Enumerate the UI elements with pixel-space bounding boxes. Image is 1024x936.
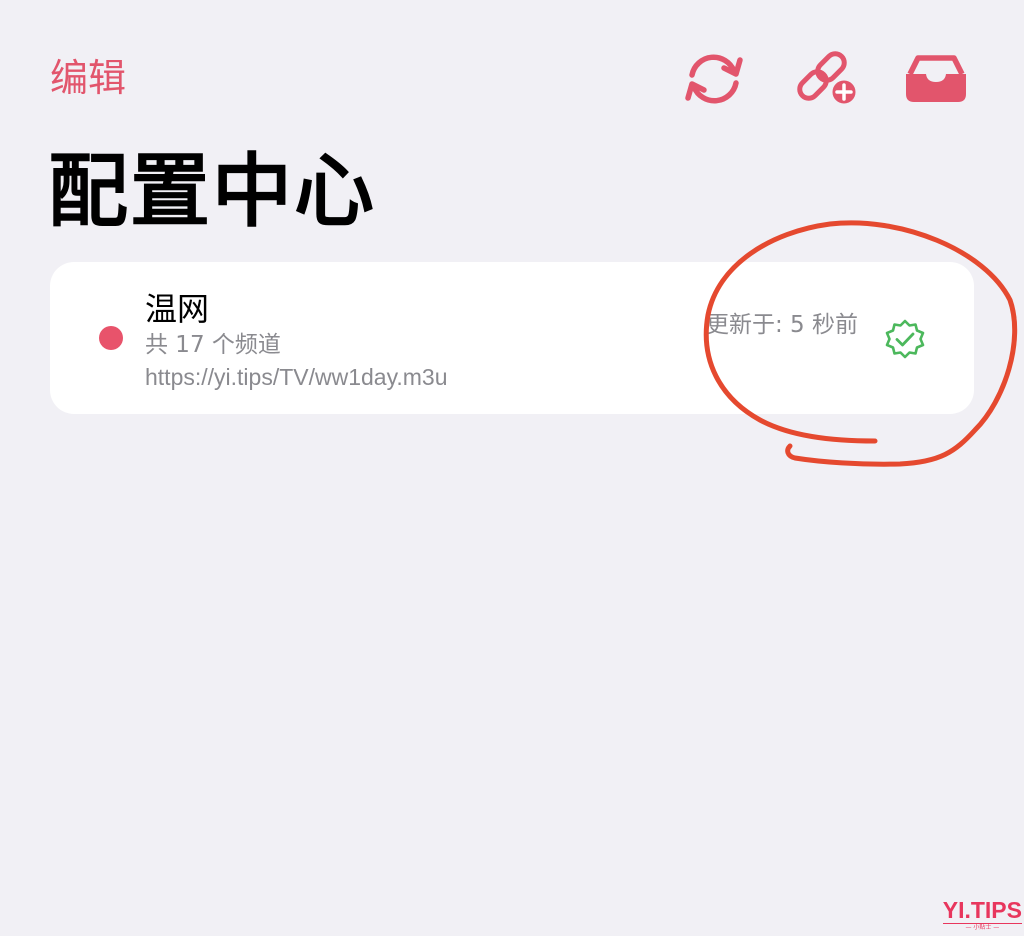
update-time: 更新于: 5 秒前 [706, 312, 859, 338]
inbox-icon[interactable] [900, 52, 972, 106]
refresh-icon[interactable] [678, 48, 750, 110]
watermark-tagline: — 小贴士 — [942, 923, 1022, 932]
config-list-item[interactable]: 温网 共 17 个频道 https://yi.tips/TV/ww1day.m3… [50, 262, 974, 414]
config-url: https://yi.tips/TV/ww1day.m3u [145, 364, 448, 390]
annotation-circle [703, 220, 1018, 467]
status-dot [99, 326, 123, 350]
edit-button[interactable]: 编辑 [50, 54, 126, 102]
page-title: 配置中心 [48, 145, 376, 238]
watermark-text: YI.TIPS [942, 897, 1022, 923]
verified-check-icon [885, 319, 925, 359]
watermark-logo: YI.TIPS — 小贴士 — [942, 897, 1022, 932]
config-name: 温网 [145, 290, 210, 328]
channel-count: 共 17 个频道 [145, 332, 281, 358]
link-add-icon[interactable] [792, 48, 864, 110]
